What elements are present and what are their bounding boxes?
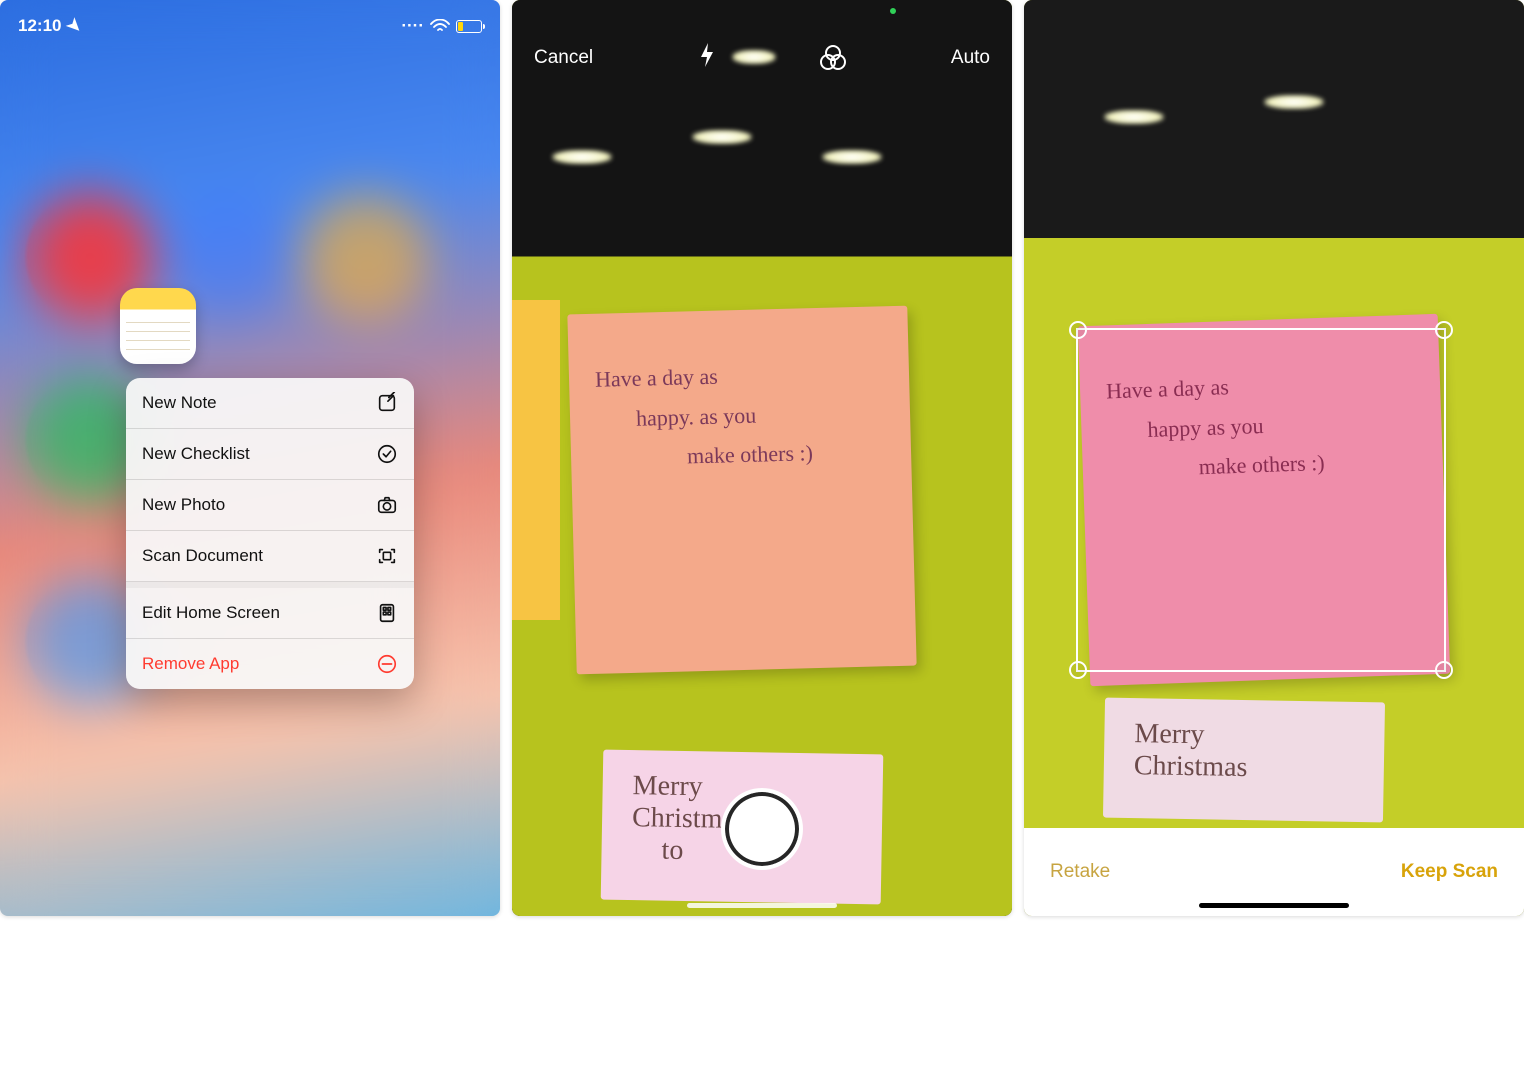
camera-icon — [376, 494, 398, 516]
camera-privacy-dot-icon — [890, 8, 896, 14]
scan-review-toolbar: Retake Keep Scan — [1024, 828, 1524, 916]
capture-mode-button[interactable]: Auto — [951, 47, 990, 69]
background-board — [512, 300, 560, 620]
color-filter-icon[interactable] — [820, 45, 846, 71]
apps-icon — [376, 602, 398, 624]
flash-icon[interactable] — [698, 42, 716, 74]
wifi-icon — [430, 19, 450, 33]
scan-camera-panel: Have a day as happy. as you make others … — [512, 0, 1012, 916]
sticky-note-secondary: Merry Christmas — [1103, 698, 1385, 823]
note-text-line: Merry — [1134, 718, 1355, 754]
homescreen-quick-actions-panel: 12:10 ➤ ···· New Note New Checklist New … — [0, 0, 500, 916]
menu-new-note[interactable]: New Note — [126, 378, 414, 429]
ceiling-light — [692, 130, 752, 144]
compose-icon — [376, 392, 398, 414]
status-bar: 12:10 ➤ ···· — [0, 0, 500, 44]
menu-new-photo[interactable]: New Photo — [126, 480, 414, 531]
ceiling-light — [822, 150, 882, 164]
keep-scan-button[interactable]: Keep Scan — [1401, 861, 1498, 883]
menu-edit-home-screen[interactable]: Edit Home Screen — [126, 582, 414, 639]
menu-remove-app[interactable]: Remove App — [126, 639, 414, 689]
menu-label: New Checklist — [142, 444, 250, 464]
location-arrow-icon: ➤ — [63, 14, 87, 38]
menu-label: New Note — [142, 393, 217, 413]
retake-button[interactable]: Retake — [1050, 861, 1110, 883]
sticky-note-main: Have a day as happy. as you make others … — [567, 306, 916, 675]
scan-review-panel: Have a day as happy as you make others :… — [1024, 0, 1524, 916]
scanner-top-bar: Cancel Auto — [512, 30, 1012, 86]
sticky-note-main: Have a day as happy as you make others :… — [1078, 314, 1450, 686]
shutter-button[interactable] — [721, 788, 803, 870]
menu-label: New Photo — [142, 495, 225, 515]
menu-scan-document[interactable]: Scan Document — [126, 531, 414, 582]
minus-circle-icon — [376, 653, 398, 675]
menu-label: Edit Home Screen — [142, 603, 280, 623]
checkmark-circle-icon — [376, 443, 398, 465]
cellular-dots-icon: ···· — [401, 16, 424, 36]
menu-label: Scan Document — [142, 546, 263, 566]
ceiling-light — [1104, 110, 1164, 124]
menu-new-checklist[interactable]: New Checklist — [126, 429, 414, 480]
home-indicator[interactable] — [1199, 903, 1349, 908]
menu-label: Remove App — [142, 654, 239, 674]
ceiling-light — [1264, 95, 1324, 109]
note-text-line: make others :) — [597, 431, 886, 478]
battery-icon — [456, 20, 482, 33]
quick-actions-menu: New Note New Checklist New Photo Scan Do… — [126, 378, 414, 689]
cancel-button[interactable]: Cancel — [534, 47, 593, 69]
home-indicator[interactable] — [687, 903, 837, 908]
status-time: 12:10 — [18, 16, 61, 36]
scan-icon — [376, 545, 398, 567]
note-text-line: Christmas — [1134, 750, 1355, 786]
notes-app-icon[interactable] — [120, 288, 196, 364]
ceiling-light — [552, 150, 612, 164]
